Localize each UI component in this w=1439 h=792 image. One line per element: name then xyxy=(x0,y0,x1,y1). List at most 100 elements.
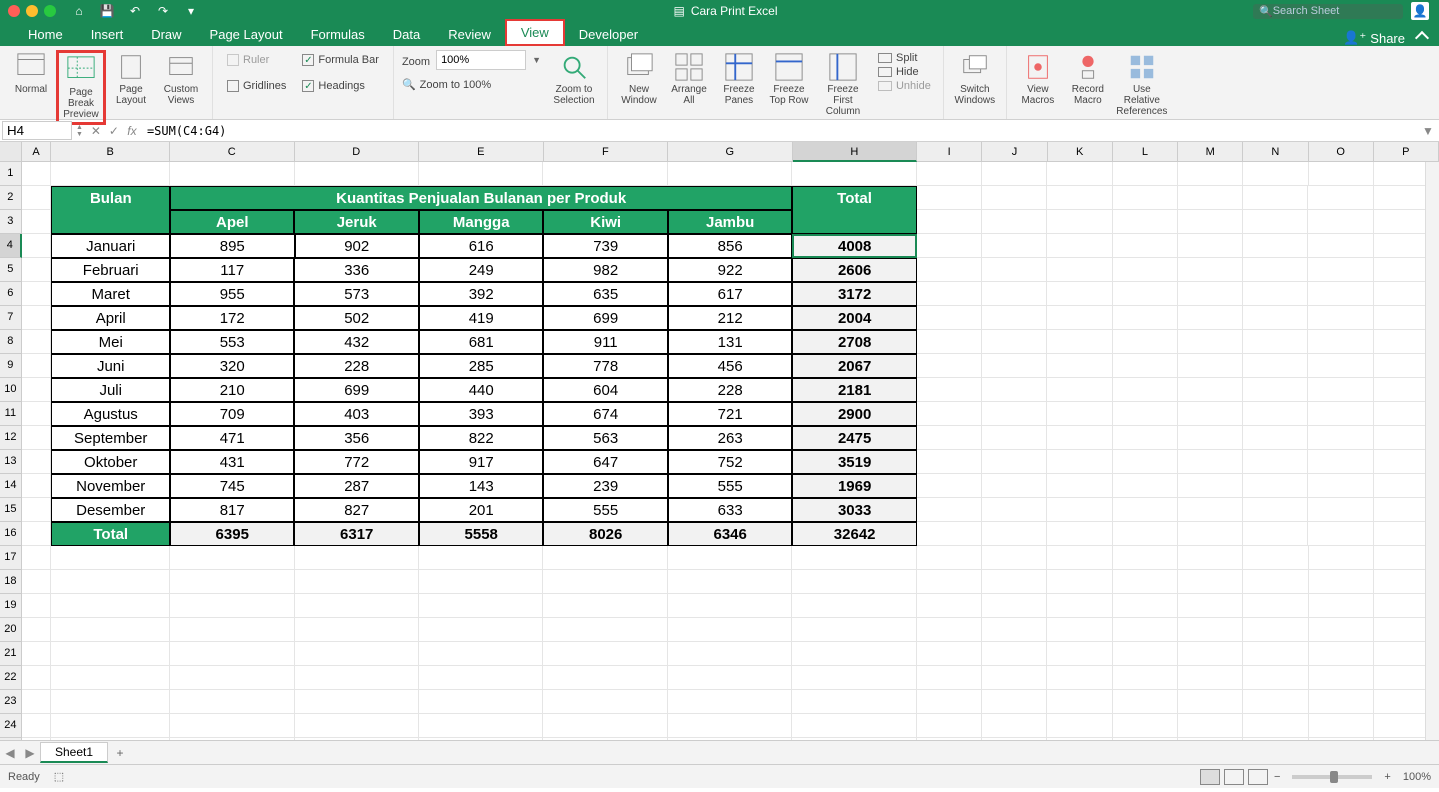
table-header-mangga[interactable]: Mangga xyxy=(419,210,543,234)
cell-data[interactable]: 471 xyxy=(170,426,294,450)
cell-data[interactable]: 573 xyxy=(294,282,418,306)
cell[interactable] xyxy=(1178,666,1243,690)
cell-total-5[interactable]: 2606 xyxy=(792,258,916,282)
cell[interactable] xyxy=(917,210,982,234)
cell-bulan-13[interactable]: Oktober xyxy=(51,450,170,474)
cell[interactable] xyxy=(1308,474,1373,498)
cell-bulan-15[interactable]: Desember xyxy=(51,498,170,522)
cell[interactable] xyxy=(917,474,982,498)
col-header-G[interactable]: G xyxy=(668,142,793,162)
cell-total-10[interactable]: 2181 xyxy=(792,378,916,402)
cell[interactable] xyxy=(1243,282,1308,306)
cell-data[interactable]: 143 xyxy=(419,474,543,498)
cell-data[interactable]: 356 xyxy=(294,426,418,450)
cell-bulan-9[interactable]: Juni xyxy=(51,354,170,378)
cell[interactable] xyxy=(1047,618,1112,642)
cell-data[interactable]: 982 xyxy=(543,258,667,282)
cell[interactable] xyxy=(1309,738,1374,740)
cell[interactable] xyxy=(917,570,982,594)
cell-total-12[interactable]: 2475 xyxy=(792,426,916,450)
zoom-out-button[interactable]: − xyxy=(1274,771,1280,783)
cell-data[interactable]: 699 xyxy=(294,378,418,402)
cell[interactable] xyxy=(1308,234,1373,258)
home-icon[interactable]: ⌂ xyxy=(72,4,86,18)
row-header-2[interactable]: 2 xyxy=(0,186,22,210)
cell[interactable] xyxy=(1178,738,1243,740)
cell-data[interactable]: 553 xyxy=(170,330,294,354)
cell[interactable] xyxy=(1243,642,1308,666)
cell[interactable] xyxy=(917,498,982,522)
gridlines-checkbox[interactable] xyxy=(227,80,239,92)
row-header-9[interactable]: 9 xyxy=(0,354,22,378)
col-header-E[interactable]: E xyxy=(419,142,544,162)
cell-data[interactable]: 320 xyxy=(170,354,294,378)
col-header-F[interactable]: F xyxy=(544,142,669,162)
cell-data[interactable]: 917 xyxy=(419,450,543,474)
table-title[interactable]: Kuantitas Penjualan Bulanan per Produk xyxy=(170,186,792,210)
row-header-15[interactable]: 15 xyxy=(0,498,22,522)
cell[interactable] xyxy=(1243,594,1308,618)
cell[interactable] xyxy=(1178,690,1243,714)
tab-view[interactable]: View xyxy=(505,19,565,46)
cell[interactable] xyxy=(1309,690,1374,714)
cell[interactable] xyxy=(1309,714,1374,738)
cell-bulan-11[interactable]: Agustus xyxy=(51,402,170,426)
formula-input[interactable]: =SUM(C4:G4) xyxy=(141,124,1421,138)
cell[interactable] xyxy=(982,162,1047,186)
cell[interactable] xyxy=(1178,210,1243,234)
cell-data[interactable]: 117 xyxy=(170,258,294,282)
cell[interactable] xyxy=(1113,426,1178,450)
cell-data[interactable]: 502 xyxy=(294,306,418,330)
vertical-scrollbar[interactable] xyxy=(1425,162,1439,740)
cell-bulan-7[interactable]: April xyxy=(51,306,170,330)
qat-dropdown-icon[interactable]: ▾ xyxy=(184,4,198,18)
cell[interactable] xyxy=(1243,714,1308,738)
cell[interactable] xyxy=(917,258,982,282)
view-macros-button[interactable]: View Macros xyxy=(1013,50,1063,108)
cell-total-13[interactable]: 3519 xyxy=(792,450,916,474)
cell-bulan-12[interactable]: September xyxy=(51,426,170,450)
cell[interactable] xyxy=(1113,306,1178,330)
cell[interactable] xyxy=(1178,450,1243,474)
cell-data[interactable]: 709 xyxy=(170,402,294,426)
tab-data[interactable]: Data xyxy=(379,23,434,46)
name-box[interactable] xyxy=(2,121,72,140)
cell[interactable] xyxy=(917,522,982,546)
fx-icon[interactable]: fx xyxy=(123,124,141,138)
collapse-ribbon-icon[interactable] xyxy=(1415,31,1429,45)
row-header-1[interactable]: 1 xyxy=(0,162,22,186)
cell-data[interactable]: 287 xyxy=(294,474,418,498)
row-header-11[interactable]: 11 xyxy=(0,402,22,426)
cell[interactable] xyxy=(1178,498,1243,522)
cell[interactable] xyxy=(982,714,1047,738)
cell[interactable] xyxy=(982,474,1047,498)
cell[interactable] xyxy=(917,738,982,740)
search-sheet-wrap[interactable]: 🔍 xyxy=(1253,4,1403,19)
page-break-view-icon[interactable] xyxy=(1248,769,1268,785)
col-header-O[interactable]: O xyxy=(1309,142,1374,162)
cell[interactable] xyxy=(1178,186,1243,210)
cell[interactable] xyxy=(982,642,1047,666)
cell[interactable] xyxy=(1113,738,1178,740)
cell[interactable] xyxy=(1243,306,1308,330)
tab-formulas[interactable]: Formulas xyxy=(297,23,379,46)
cell[interactable] xyxy=(1113,210,1178,234)
cell[interactable] xyxy=(1308,378,1373,402)
cell[interactable] xyxy=(982,426,1047,450)
cell[interactable] xyxy=(1178,522,1243,546)
cell[interactable] xyxy=(1047,498,1112,522)
cell-total-6[interactable]: 3172 xyxy=(792,282,916,306)
cell-data[interactable]: 336 xyxy=(294,258,418,282)
cell[interactable] xyxy=(982,330,1047,354)
cell[interactable] xyxy=(1243,570,1308,594)
window-close-button[interactable] xyxy=(8,5,20,17)
cell[interactable] xyxy=(982,570,1047,594)
share-button[interactable]: 👤⁺ Share xyxy=(1343,30,1439,46)
cell[interactable] xyxy=(1047,306,1112,330)
cell[interactable] xyxy=(1178,282,1243,306)
split-button[interactable]: Split xyxy=(878,52,931,64)
cell-data[interactable]: 895 xyxy=(170,234,294,258)
cell-data[interactable]: 249 xyxy=(419,258,543,282)
cell[interactable] xyxy=(1308,306,1373,330)
cell-data[interactable]: 555 xyxy=(668,474,792,498)
